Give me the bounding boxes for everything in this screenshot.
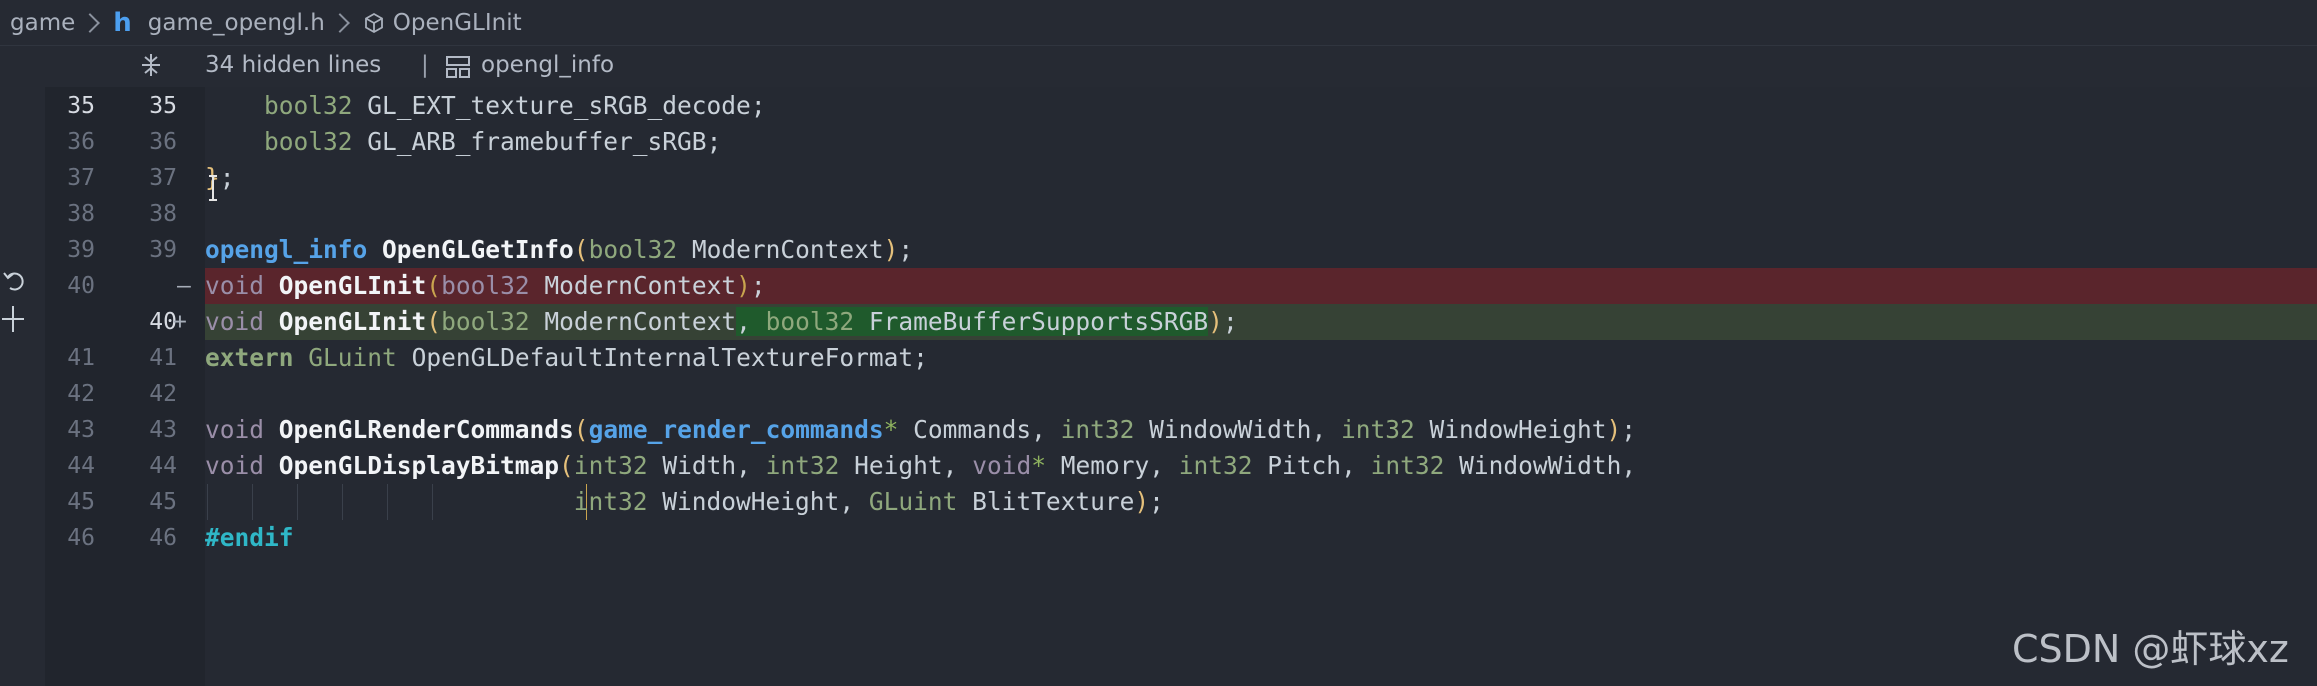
watermark: CSDN @虾球xz (2012, 627, 2289, 671)
new-line-number: 35 (149, 93, 177, 119)
new-line-number: 39 (149, 237, 177, 263)
code-line[interactable]: 37 37 }; (45, 160, 2317, 196)
code-text: void OpenGLRenderCommands(game_render_co… (205, 415, 1637, 444)
code-text: #endif (205, 523, 294, 552)
code-text: opengl_info OpenGLGetInfo(bool32 ModernC… (205, 235, 914, 264)
new-line-number: 36 (149, 129, 177, 155)
new-line-number: 42 (149, 381, 177, 407)
sticky-struct-name[interactable]: opengl_info (481, 52, 614, 78)
code-line-added[interactable]: 40 + void OpenGLInit(bool32 ModernContex… (45, 304, 2317, 340)
old-line-number: 46 (67, 525, 95, 551)
code-line[interactable]: 43 43 void OpenGLRenderCommands(game_ren… (45, 412, 2317, 448)
new-line-number: 44 (149, 453, 177, 479)
code-text: extern GLuint OpenGLDefaultInternalTextu… (205, 343, 928, 372)
code-text: int32 WindowHeight, GLuint BlitTexture); (573, 487, 1164, 516)
code-line[interactable]: 38 38 (45, 196, 2317, 232)
code-line[interactable]: 35 35 bool32 GL_EXT_texture_sRGB_decode; (45, 88, 2317, 124)
old-line-number: 45 (67, 489, 95, 515)
diff-removed-mark: — (177, 273, 191, 299)
sticky-separator: | (421, 52, 429, 78)
code-line-removed[interactable]: 40 — void OpenGLInit(bool32 ModernContex… (45, 268, 2317, 304)
old-line-number: 40 (67, 273, 95, 299)
breadcrumb-item-symbol[interactable]: OpenGLInit (393, 10, 522, 36)
code-line[interactable]: 45 45 int32 WindowHeight, GLuint BlitTex… (45, 484, 2317, 520)
code-text: bool32 GL_ARB_framebuffer_sRGB; (264, 127, 722, 156)
old-line-number: 39 (67, 237, 95, 263)
breadcrumb: game h game_opengl.h OpenGLInit (0, 0, 2317, 46)
code-text: bool32 GL_EXT_texture_sRGB_decode; (264, 91, 766, 120)
plus-icon[interactable] (0, 302, 26, 336)
chevron-right-icon (80, 12, 101, 33)
revert-icon[interactable] (2, 268, 28, 294)
code-text: void OpenGLInit(bool32 ModernContext); (205, 271, 766, 300)
old-line-number: 35 (67, 93, 95, 119)
new-line-number: 45 (149, 489, 177, 515)
chevron-right-icon (329, 12, 350, 33)
old-line-number: 42 (67, 381, 95, 407)
new-line-number: 46 (149, 525, 177, 551)
new-line-number: 38 (149, 201, 177, 227)
code-line[interactable]: 36 36 bool32 GL_ARB_framebuffer_sRGB; (45, 124, 2317, 160)
code-line[interactable]: 39 39 opengl_info OpenGLGetInfo(bool32 M… (45, 232, 2317, 268)
unfold-icon[interactable] (137, 51, 165, 79)
editor-window: game h game_opengl.h OpenGLInit 34 hidde… (0, 0, 2317, 686)
header-file-icon: h (113, 7, 132, 38)
new-line-number: 37 (149, 165, 177, 191)
diff-gutter-strip (0, 47, 45, 686)
hidden-lines-label[interactable]: 34 hidden lines (205, 52, 381, 78)
code-line[interactable]: 42 42 (45, 376, 2317, 412)
old-line-number: 37 (67, 165, 95, 191)
old-line-number: 43 (67, 417, 95, 443)
cube-icon (364, 12, 383, 33)
new-line-number: 41 (149, 345, 177, 371)
old-line-number: 36 (67, 129, 95, 155)
text-cursor-icon (209, 175, 217, 201)
sticky-scroll-header[interactable]: 34 hidden lines | opengl_info (45, 47, 2317, 87)
old-line-number: 41 (67, 345, 95, 371)
code-text: void OpenGLInit(bool32 ModernContext, bo… (205, 307, 1238, 336)
old-line-number: 44 (67, 453, 95, 479)
code-line[interactable]: 44 44 void OpenGLDisplayBitmap(int32 Wid… (45, 448, 2317, 484)
breadcrumb-item-root[interactable]: game (10, 10, 75, 36)
diff-added-mark: + (173, 309, 187, 335)
code-text: void OpenGLDisplayBitmap(int32 Width, in… (205, 451, 1637, 480)
struct-icon (446, 56, 470, 78)
old-line-number: 38 (67, 201, 95, 227)
code-line[interactable]: 46 46 #endif (45, 520, 2317, 556)
new-line-number: 40 (149, 309, 177, 335)
breadcrumb-item-file[interactable]: game_opengl.h (148, 10, 325, 36)
code-line[interactable]: 41 41 extern GLuint OpenGLDefaultInterna… (45, 340, 2317, 376)
new-line-number: 43 (149, 417, 177, 443)
